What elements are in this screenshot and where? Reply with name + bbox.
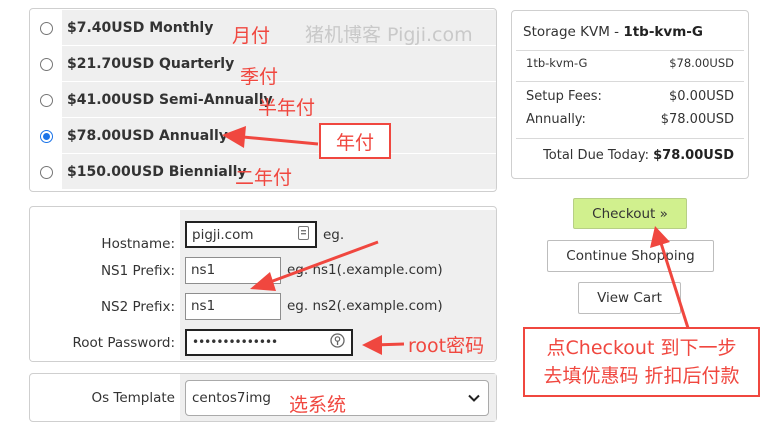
arrowhead-checkout — [650, 226, 670, 248]
arrowhead-ns — [250, 272, 276, 291]
arrow-ns — [261, 240, 379, 287]
annotation-arrows — [222, 126, 690, 355]
arrowhead-annually — [222, 126, 246, 148]
arrow-checkout — [658, 239, 690, 329]
arrowhead-root — [362, 335, 382, 355]
